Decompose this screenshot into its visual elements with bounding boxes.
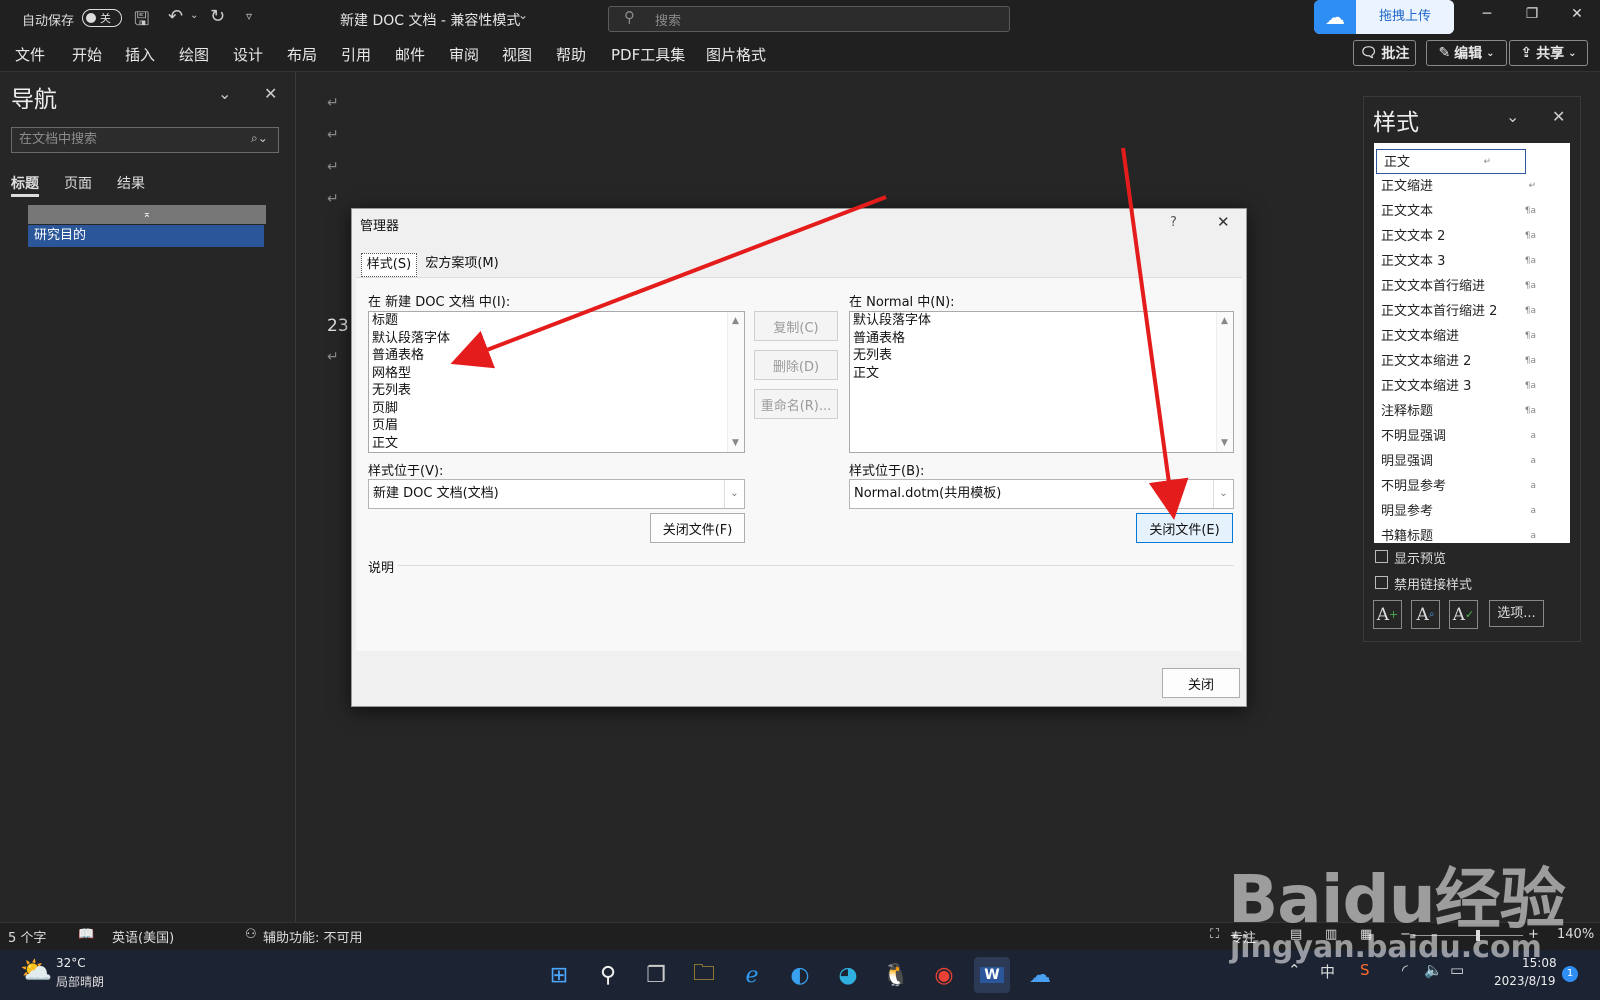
annotation-arrow [1121, 147, 1189, 520]
notification-badge[interactable]: 1 [1562, 966, 1578, 982]
clock-date[interactable]: 2023/8/19 [1494, 974, 1556, 988]
baidu-watermark-url: jingyan.baidu.com [1230, 930, 1542, 965]
weather-temp[interactable]: 32°C [56, 956, 86, 970]
start-icon[interactable]: ⊞ [541, 957, 577, 993]
baidu-netdisk-icon[interactable]: ☁ [1022, 957, 1058, 993]
baidu-watermark: Baidu经验 [1228, 861, 1566, 938]
focus-icon[interactable]: ⛶ [1210, 927, 1219, 942]
word-count[interactable]: 5 个字 [8, 927, 46, 946]
task-view-icon[interactable]: ❐ [638, 957, 674, 993]
weather-icon[interactable]: ⛅ [20, 956, 52, 986]
chrome-icon[interactable]: ◉ [926, 957, 962, 993]
file-explorer-icon[interactable]: 🗀 [686, 957, 722, 993]
ie-browser-icon[interactable]: ℯ [734, 957, 770, 993]
annotation-arrow [450, 195, 887, 369]
qq-icon[interactable]: 🐧 [878, 957, 914, 993]
accessibility-status[interactable]: 辅助功能: 不可用 [263, 927, 363, 946]
edge-icon[interactable]: ◕ [830, 957, 866, 993]
proofing-icon[interactable]: 📖 [78, 927, 94, 942]
weather-desc[interactable]: 局部晴朗 [56, 973, 104, 990]
accessibility-icon[interactable]: ⚇ [245, 927, 257, 942]
word-icon[interactable]: W [974, 957, 1010, 993]
browser-icon[interactable]: ◐ [782, 957, 818, 993]
language-status[interactable]: 英语(美国) [112, 927, 174, 946]
search-icon[interactable]: ⚲ [590, 957, 626, 993]
